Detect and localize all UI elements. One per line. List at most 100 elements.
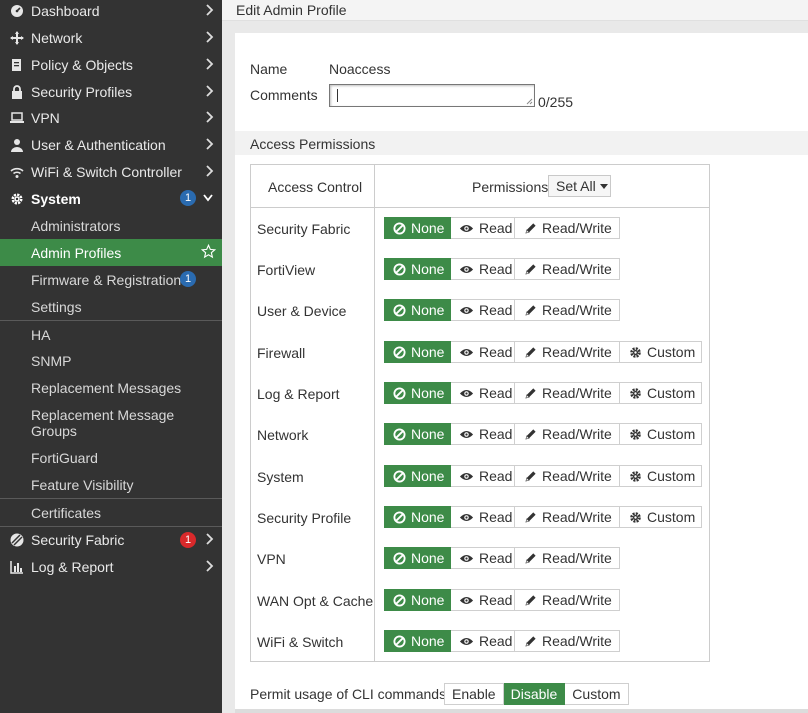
resize-grip-icon[interactable] [526, 98, 533, 105]
none-button[interactable]: None [384, 630, 451, 652]
read-write-button[interactable]: Read/Write [515, 341, 620, 363]
read-write-button[interactable]: Read/Write [515, 630, 620, 652]
read-button[interactable]: Read [451, 299, 515, 321]
nav-log-report[interactable]: Log & Report [0, 553, 222, 580]
cli-enable-button[interactable]: Enable [444, 683, 504, 705]
nav-dashboard[interactable]: Dashboard [0, 0, 222, 24]
permission-row-label: Network [257, 427, 309, 443]
nav-security-fabric[interactable]: Security Fabric 1 [0, 526, 222, 553]
eye-icon [459, 637, 474, 645]
cli-disable-button[interactable]: Disable [503, 683, 566, 705]
eye-icon [459, 224, 474, 232]
nav-wifi-switch[interactable]: WiFi & Switch Controller [0, 158, 222, 185]
button-label: Custom [647, 509, 696, 525]
button-label: None [411, 509, 445, 525]
read-write-button[interactable]: Read/Write [515, 217, 620, 239]
read-button[interactable]: Read [451, 630, 515, 652]
read-write-button[interactable]: Read/Write [515, 258, 620, 280]
none-button[interactable]: None [384, 341, 451, 363]
sidebar-item-ha[interactable]: HA [0, 321, 222, 348]
read-write-button[interactable]: Read/Write [515, 547, 620, 569]
custom-button[interactable]: Custom [620, 382, 702, 404]
button-label: None [411, 592, 445, 608]
none-button[interactable]: None [384, 547, 451, 569]
read-button[interactable]: Read [451, 589, 515, 611]
sidebar-item-admin-profiles[interactable]: Admin Profiles [0, 239, 222, 266]
read-button[interactable]: Read [451, 217, 515, 239]
nav-user-authentication[interactable]: User & Authentication [0, 131, 222, 158]
nav-policy-objects[interactable]: Policy & Objects [0, 51, 222, 78]
set-all-dropdown[interactable]: Set All [548, 175, 611, 197]
nav-security-profiles[interactable]: Security Profiles [0, 78, 222, 105]
eye-icon [459, 554, 474, 562]
network-icon [8, 30, 26, 46]
cli-custom-button[interactable]: Custom [565, 683, 629, 705]
none-button[interactable]: None [384, 299, 451, 321]
chevron-right-icon [206, 85, 214, 97]
sidebar-item-administrators[interactable]: Administrators [0, 212, 222, 239]
chevron-down-icon [203, 194, 213, 202]
button-label: Read/Write [542, 633, 612, 649]
nav-label: Dashboard [31, 2, 100, 19]
laptop-icon [8, 110, 26, 126]
pencil-icon [525, 304, 536, 316]
pencil-icon [525, 387, 536, 399]
none-button[interactable]: None [384, 506, 451, 528]
comments-label: Comments [250, 87, 318, 103]
read-write-button[interactable]: Read/Write [515, 465, 620, 487]
nav-system[interactable]: System 1 [0, 185, 222, 212]
read-button[interactable]: Read [451, 465, 515, 487]
custom-button[interactable]: Custom [620, 506, 702, 528]
ban-icon [393, 593, 406, 607]
none-button[interactable]: None [384, 382, 451, 404]
none-button[interactable]: None [384, 423, 451, 445]
read-write-button[interactable]: Read/Write [515, 299, 620, 321]
ban-icon [393, 303, 406, 317]
read-button[interactable]: Read [451, 506, 515, 528]
nav-vpn[interactable]: VPN [0, 104, 222, 131]
cli-label: Permit usage of CLI commands [250, 686, 447, 702]
chart-icon [8, 559, 26, 575]
permission-toggle-group: None Read Read/Write Custom [384, 506, 702, 528]
custom-button[interactable]: Custom [620, 423, 702, 445]
nav-network[interactable]: Network [0, 24, 222, 51]
sidebar-item-snmp[interactable]: SNMP [0, 347, 222, 374]
sidebar-item-certificates[interactable]: Certificates [0, 499, 222, 526]
chevron-right-icon [206, 4, 214, 16]
read-button[interactable]: Read [451, 423, 515, 445]
button-label: None [411, 302, 445, 318]
read-write-button[interactable]: Read/Write [515, 423, 620, 445]
read-write-button[interactable]: Read/Write [515, 382, 620, 404]
permission-toggle-group: None Read Read/Write [384, 630, 620, 652]
button-label: None [411, 385, 445, 401]
read-button[interactable]: Read [451, 258, 515, 280]
button-label: Read [479, 261, 513, 277]
read-button[interactable]: Read [451, 382, 515, 404]
button-label: Read/Write [542, 426, 612, 442]
sidebar-item-feature-visibility[interactable]: Feature Visibility [0, 471, 222, 498]
permission-toggle-group: None Read Read/Write Custom [384, 423, 702, 445]
favorite-star-icon[interactable] [201, 244, 216, 259]
read-button[interactable]: Read [451, 341, 515, 363]
sidebar-item-replacement-messages[interactable]: Replacement Messages [0, 374, 222, 401]
sidebar-item-replacement-message-groups[interactable]: Replacement Message Groups [0, 403, 200, 443]
none-button[interactable]: None [384, 258, 451, 280]
sidebar-item-fortiguard[interactable]: FortiGuard [0, 444, 222, 471]
policy-icon [8, 57, 26, 73]
pencil-icon [525, 635, 536, 647]
permission-row-label: WiFi & Switch [257, 634, 344, 650]
permission-row-label: FortiView [257, 262, 316, 278]
custom-button[interactable]: Custom [620, 341, 702, 363]
none-button[interactable]: None [384, 217, 451, 239]
custom-button[interactable]: Custom [620, 465, 702, 487]
read-write-button[interactable]: Read/Write [515, 589, 620, 611]
pencil-icon [525, 594, 536, 606]
none-button[interactable]: None [384, 589, 451, 611]
read-button[interactable]: Read [451, 547, 515, 569]
comments-field[interactable] [329, 84, 535, 107]
none-button[interactable]: None [384, 465, 451, 487]
gear-icon [630, 346, 641, 358]
sidebar-item-settings[interactable]: Settings [0, 293, 222, 320]
read-write-button[interactable]: Read/Write [515, 506, 620, 528]
sidebar-item-firmware-registration[interactable]: Firmware & Registration 1 [0, 266, 222, 293]
